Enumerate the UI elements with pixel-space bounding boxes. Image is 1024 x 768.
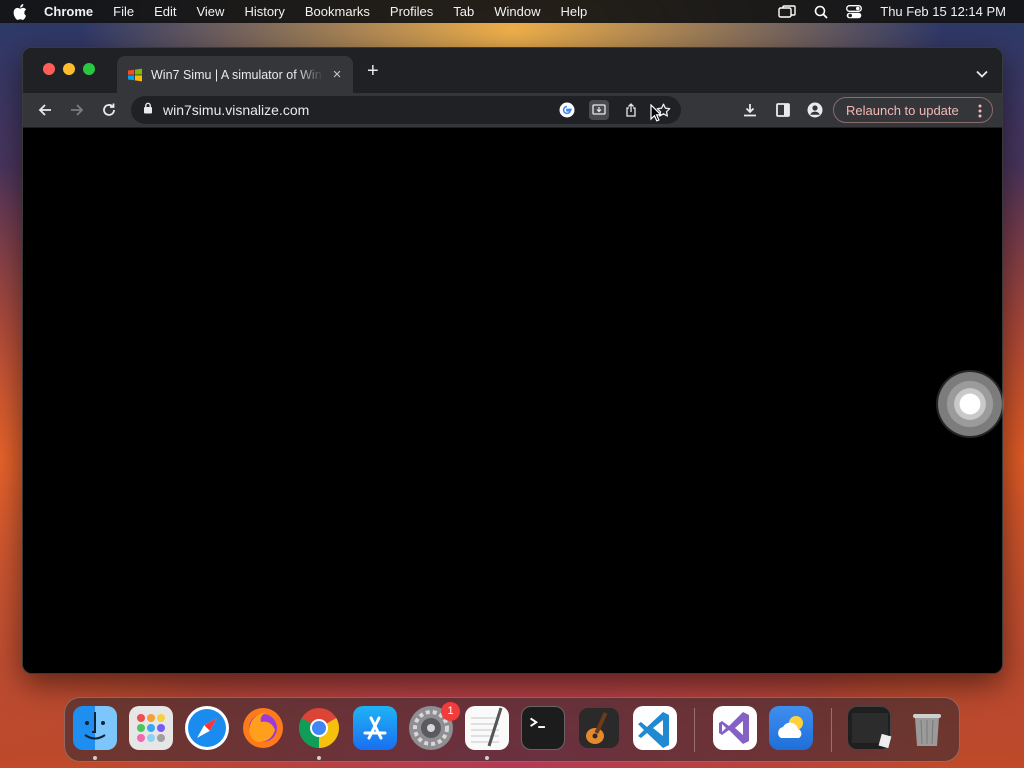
address-bar[interactable]: win7simu.visnalize.com bbox=[131, 96, 681, 124]
safari-icon[interactable] bbox=[185, 706, 229, 750]
install-app-icon[interactable] bbox=[589, 100, 609, 120]
window-close-button[interactable] bbox=[43, 63, 55, 75]
browser-toolbar: win7simu.visnalize.com Relaunch to updat… bbox=[23, 93, 1002, 128]
dock-separator-2 bbox=[831, 708, 832, 752]
menu-bar: Chrome File Edit View History Bookmarks … bbox=[0, 0, 1024, 23]
menu-bookmarks[interactable]: Bookmarks bbox=[295, 0, 380, 23]
menu-history[interactable]: History bbox=[234, 0, 294, 23]
window-controls bbox=[43, 63, 95, 75]
finder-icon[interactable] bbox=[73, 706, 117, 750]
menu-edit[interactable]: Edit bbox=[144, 0, 186, 23]
more-menu-icon[interactable] bbox=[978, 104, 982, 121]
vscode-icon[interactable] bbox=[633, 706, 677, 750]
reload-icon[interactable] bbox=[101, 102, 117, 123]
tab-win7simu[interactable]: Win7 Simu | A simulator of Windows 7 × bbox=[117, 56, 353, 93]
finder-running-dot bbox=[93, 756, 97, 760]
menubar-clock[interactable]: Thu Feb 15 12:14 PM bbox=[880, 4, 1006, 19]
url-text[interactable]: win7simu.visnalize.com bbox=[163, 102, 309, 118]
download-icon[interactable] bbox=[742, 102, 758, 123]
window-zoom-button[interactable] bbox=[83, 63, 95, 75]
spotlight-search-icon[interactable] bbox=[814, 5, 828, 19]
menu-file[interactable]: File bbox=[103, 0, 144, 23]
tab-strip: Win7 Simu | A simulator of Windows 7 × + bbox=[23, 48, 1002, 93]
dock: 1 bbox=[64, 697, 960, 762]
garageband-icon[interactable] bbox=[577, 706, 621, 750]
page-viewport[interactable] bbox=[23, 129, 1002, 673]
app-store-icon[interactable] bbox=[353, 706, 397, 750]
chrome-icon[interactable] bbox=[297, 706, 341, 750]
launchpad-icon[interactable] bbox=[129, 706, 173, 750]
dock-separator bbox=[694, 708, 695, 752]
settings-badge: 1 bbox=[441, 702, 460, 721]
profile-icon[interactable] bbox=[807, 102, 823, 123]
new-tab-button[interactable]: + bbox=[367, 61, 379, 81]
forward-arrow-icon[interactable] bbox=[69, 102, 85, 123]
tab-close-icon[interactable]: × bbox=[329, 66, 345, 83]
menu-tab[interactable]: Tab bbox=[443, 0, 484, 23]
lock-icon[interactable] bbox=[143, 101, 153, 119]
menu-view[interactable]: View bbox=[186, 0, 234, 23]
side-panel-icon[interactable] bbox=[775, 102, 791, 123]
screen-mirroring-icon[interactable] bbox=[778, 4, 796, 19]
apple-menu-icon[interactable] bbox=[0, 3, 40, 20]
chrome-running-dot bbox=[317, 756, 321, 760]
textedit-icon[interactable] bbox=[465, 706, 509, 750]
mouse-pointer-icon bbox=[650, 103, 663, 127]
tab-title: Win7 Simu | A simulator of Windows 7 bbox=[151, 67, 323, 82]
menu-help[interactable]: Help bbox=[551, 0, 598, 23]
visual-studio-icon[interactable] bbox=[713, 706, 757, 750]
windows-favicon-icon bbox=[128, 68, 142, 81]
weather-icon[interactable] bbox=[769, 706, 813, 750]
menu-profiles[interactable]: Profiles bbox=[380, 0, 443, 23]
menu-app-name[interactable]: Chrome bbox=[40, 0, 103, 23]
chrome-window: Win7 Simu | A simulator of Windows 7 × +… bbox=[22, 47, 1003, 674]
relaunch-label: Relaunch to update bbox=[846, 102, 959, 118]
share-icon[interactable] bbox=[621, 100, 641, 120]
assistive-touch-button[interactable] bbox=[938, 372, 1002, 436]
screenshot-folder-icon[interactable] bbox=[847, 706, 892, 750]
terminal-icon[interactable] bbox=[521, 706, 565, 750]
google-lens-icon[interactable] bbox=[557, 100, 577, 120]
trash-icon[interactable] bbox=[905, 706, 949, 750]
menu-window[interactable]: Window bbox=[484, 0, 550, 23]
textedit-running-dot bbox=[485, 756, 489, 760]
window-minimize-button[interactable] bbox=[63, 63, 75, 75]
firefox-icon[interactable] bbox=[241, 706, 285, 750]
relaunch-to-update-button[interactable]: Relaunch to update bbox=[833, 97, 993, 123]
control-center-icon[interactable] bbox=[846, 4, 863, 19]
back-arrow-icon[interactable] bbox=[37, 102, 53, 123]
tab-search-chevron-icon[interactable] bbox=[976, 65, 988, 83]
